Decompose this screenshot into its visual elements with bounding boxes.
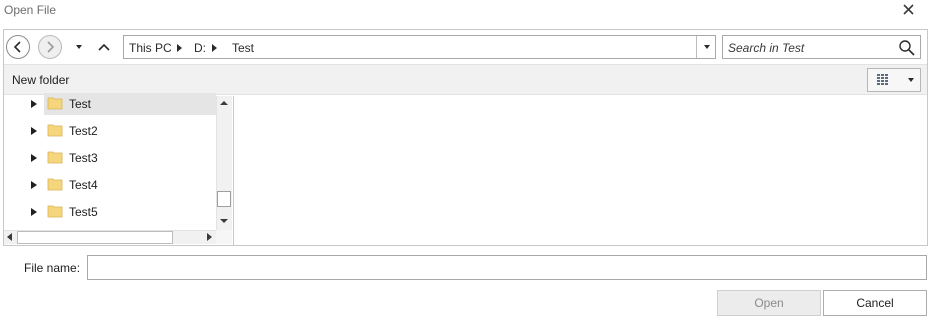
view-mode-button[interactable] [867, 68, 921, 92]
folder-icon [47, 124, 63, 137]
address-bar[interactable]: This PC D: Test [123, 35, 716, 59]
folder-icon [47, 205, 63, 218]
breadcrumb-separator-icon[interactable] [177, 44, 182, 52]
open-button[interactable]: Open [717, 290, 821, 316]
tree-item-test5[interactable]: Test5 [4, 202, 217, 222]
scroll-down-arrow-icon[interactable] [218, 216, 230, 226]
breadcrumb-test[interactable]: Test [232, 41, 254, 55]
expand-arrow-icon[interactable] [31, 181, 37, 189]
back-button[interactable] [6, 35, 30, 59]
scrollbar-corner [216, 230, 232, 244]
search-input[interactable]: Search in Test [722, 35, 921, 59]
folder-tree: Test Test2 Test3 Test4 Test5 [4, 93, 232, 244]
tree-item-test3[interactable]: Test3 [4, 148, 217, 168]
new-folder-button[interactable]: New folder [12, 73, 69, 87]
arrow-up-icon [98, 43, 110, 51]
search-icon[interactable] [898, 39, 916, 57]
close-button[interactable] [900, 0, 918, 20]
tree-vertical-scrollbar[interactable] [216, 96, 232, 230]
tree-item-test[interactable]: Test [4, 93, 217, 115]
arrow-left-icon [13, 41, 21, 53]
folder-icon [47, 97, 63, 110]
tree-item-test4[interactable]: Test4 [4, 175, 217, 195]
breadcrumb-separator-icon[interactable] [212, 44, 217, 52]
close-icon [903, 4, 914, 15]
tree-item-test2[interactable]: Test2 [4, 121, 217, 141]
chevron-down-icon [76, 45, 82, 49]
tree-item-label: Test4 [69, 178, 98, 192]
window-title: Open File [4, 3, 57, 17]
expand-arrow-icon[interactable] [31, 127, 37, 135]
scroll-left-arrow-icon[interactable] [5, 232, 15, 242]
expand-arrow-icon[interactable] [31, 208, 37, 216]
scroll-up-arrow-icon[interactable] [218, 98, 230, 108]
grid-view-icon [877, 74, 914, 85]
tree-vertical-scroll-thumb[interactable] [217, 191, 231, 207]
file-list[interactable] [234, 96, 927, 245]
up-button[interactable] [94, 39, 114, 55]
forward-button[interactable] [38, 35, 62, 59]
expand-arrow-icon[interactable] [31, 154, 37, 162]
breadcrumb-drive[interactable]: D: [194, 41, 206, 55]
tree-item-label: Test3 [69, 151, 98, 165]
folder-icon [47, 178, 63, 191]
recent-locations-button[interactable] [70, 39, 88, 55]
file-name-label: File name: [24, 261, 81, 275]
address-dropdown-button[interactable] [696, 36, 716, 58]
search-placeholder: Search in Test [728, 41, 805, 55]
toolbar: New folder [4, 64, 927, 95]
breadcrumb-this-pc[interactable]: This PC [129, 41, 172, 55]
scroll-right-arrow-icon[interactable] [204, 232, 214, 242]
file-name-input[interactable] [87, 255, 927, 280]
arrow-right-icon [47, 41, 55, 53]
chevron-down-icon [704, 45, 710, 49]
tree-item-label: Test5 [69, 205, 98, 219]
tree-item-label: Test [69, 97, 92, 111]
cancel-button[interactable]: Cancel [823, 290, 927, 316]
folder-icon [47, 151, 63, 164]
expand-arrow-icon[interactable] [31, 100, 37, 108]
tree-horizontal-scroll-thumb[interactable] [17, 231, 173, 244]
tree-item-label: Test2 [69, 124, 98, 138]
